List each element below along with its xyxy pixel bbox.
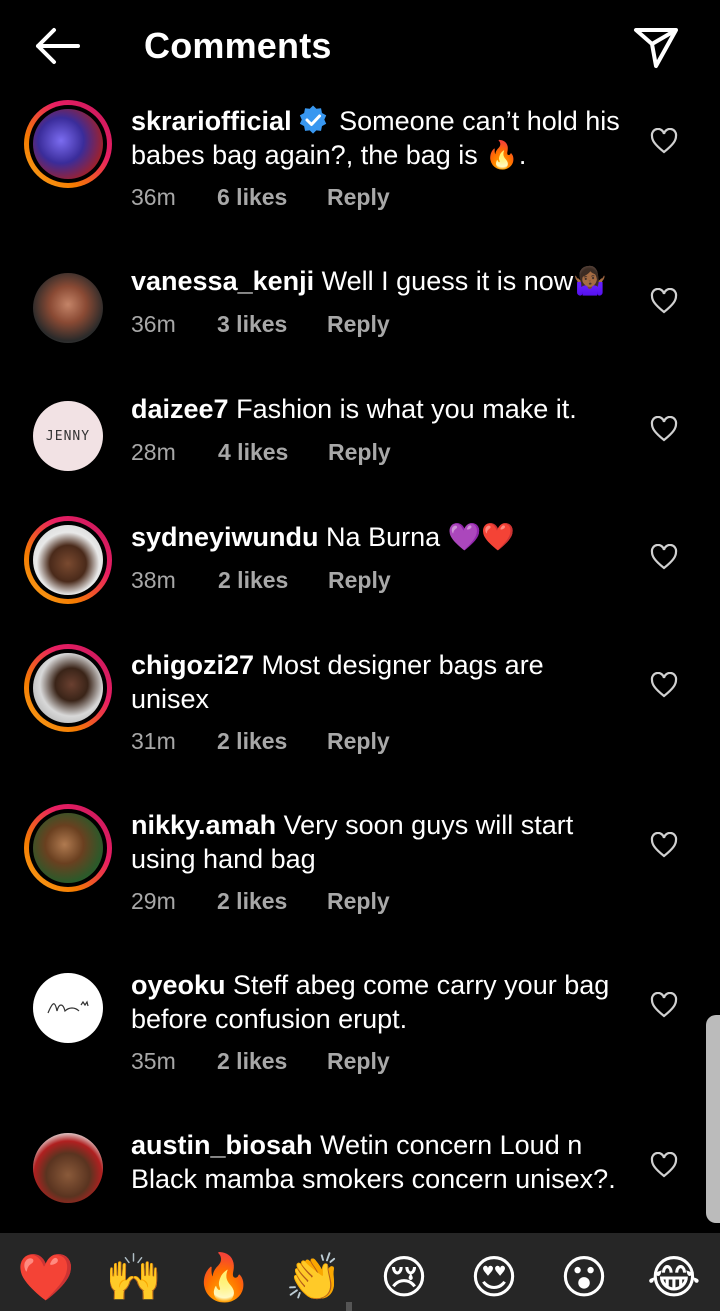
- avatar[interactable]: JENNY: [24, 392, 112, 480]
- comment-time: 29m: [131, 888, 176, 914]
- comment-time: 36m: [131, 184, 176, 210]
- username[interactable]: vanessa_kenji: [131, 266, 314, 296]
- reply-button[interactable]: Reply: [328, 437, 391, 467]
- username[interactable]: chigozi27: [131, 650, 254, 680]
- reaction-laughing[interactable]: 😂: [644, 1247, 704, 1307]
- likes-count[interactable]: 2 likes: [217, 726, 287, 756]
- send-icon: [634, 28, 678, 68]
- like-heart-icon[interactable]: [650, 992, 678, 1018]
- comment-item: sydneyiwundu Na Burna 💜❤️ 38m 2 likes Re…: [0, 516, 720, 626]
- reaction-crying[interactable]: 😢: [374, 1247, 434, 1307]
- reaction-heart-eyes[interactable]: 😍: [464, 1247, 524, 1307]
- reaction-heart[interactable]: ❤️: [16, 1247, 76, 1307]
- comment-item: oyeoku Steff abeg come carry your bag be…: [0, 964, 720, 1104]
- reaction-clap[interactable]: 👏: [284, 1247, 344, 1307]
- comment-item: chigozi27 Most designer bags are unisex …: [0, 644, 720, 784]
- comment-time: 28m: [131, 439, 176, 465]
- comment-time: 36m: [131, 311, 176, 337]
- comment-text: Na Burna 💜❤️: [326, 522, 515, 552]
- comment-item: nikky.amah Very soon guys will start usi…: [0, 804, 720, 944]
- like-heart-icon[interactable]: [650, 832, 678, 858]
- likes-count[interactable]: 2 likes: [217, 886, 287, 916]
- comment-item: JENNY daizee7 Fashion is what you make i…: [0, 392, 720, 502]
- reaction-fire[interactable]: 🔥: [194, 1247, 254, 1307]
- comment-item: vanessa_kenji Well I guess it is now🤷🏾‍♀…: [0, 264, 720, 374]
- avatar[interactable]: [24, 516, 112, 604]
- comment-time: 38m: [131, 567, 176, 593]
- like-heart-icon[interactable]: [650, 544, 678, 570]
- reply-button[interactable]: Reply: [327, 182, 390, 212]
- avatar[interactable]: [24, 264, 112, 352]
- avatar[interactable]: [24, 1124, 112, 1212]
- username[interactable]: skrariofficial: [131, 106, 292, 136]
- likes-count[interactable]: 3 likes: [217, 309, 287, 339]
- avatar[interactable]: [24, 644, 112, 732]
- likes-count[interactable]: 2 likes: [217, 1046, 287, 1076]
- back-button[interactable]: [30, 24, 82, 68]
- comment-item: skrariofficial Someone can’t hold his ba…: [0, 100, 720, 230]
- reaction-surprised[interactable]: 😮: [554, 1247, 614, 1307]
- avatar[interactable]: [24, 804, 112, 892]
- username[interactable]: daizee7: [131, 394, 229, 424]
- avatar[interactable]: [24, 964, 112, 1052]
- reply-button[interactable]: Reply: [327, 886, 390, 916]
- username[interactable]: oyeoku: [131, 970, 226, 1000]
- username[interactable]: austin_biosah: [131, 1130, 313, 1160]
- share-button[interactable]: [630, 22, 682, 72]
- like-heart-icon[interactable]: [650, 1152, 678, 1178]
- reply-button[interactable]: Reply: [327, 1046, 390, 1076]
- like-heart-icon[interactable]: [650, 128, 678, 154]
- likes-count[interactable]: 4 likes: [218, 437, 288, 467]
- script-logo-icon: [47, 1000, 89, 1014]
- username[interactable]: sydneyiwundu: [131, 522, 319, 552]
- reply-button[interactable]: Reply: [327, 726, 390, 756]
- comment-time: 31m: [131, 728, 176, 754]
- reaction-raised-hands[interactable]: 🙌: [104, 1247, 164, 1307]
- arrow-left-icon: [36, 28, 80, 64]
- avatar[interactable]: [24, 100, 112, 188]
- like-heart-icon[interactable]: [650, 672, 678, 698]
- header: Comments: [0, 0, 720, 90]
- avatar-logo-text: JENNY: [45, 428, 91, 444]
- comment-time: 35m: [131, 1048, 176, 1074]
- comment-item: austin_biosah Wetin concern Loud n Black…: [0, 1124, 720, 1233]
- like-heart-icon[interactable]: [650, 288, 678, 314]
- likes-count[interactable]: 2 likes: [218, 565, 288, 595]
- comment-text: Fashion is what you make it.: [236, 394, 577, 424]
- emoji-reaction-bar: ❤️ 🙌 🔥 👏 😢 😍 😮 😂: [0, 1233, 720, 1311]
- reply-button[interactable]: Reply: [328, 565, 391, 595]
- gesture-indicator: [346, 1302, 352, 1311]
- scroll-handle[interactable]: [706, 1015, 720, 1223]
- like-heart-icon[interactable]: [650, 416, 678, 442]
- username[interactable]: nikky.amah: [131, 810, 276, 840]
- reply-button[interactable]: Reply: [327, 309, 390, 339]
- likes-count[interactable]: 6 likes: [217, 182, 287, 212]
- verified-badge-icon: [298, 105, 328, 135]
- comment-text: Well I guess it is now🤷🏾‍♀️: [321, 266, 607, 296]
- page-title: Comments: [144, 25, 332, 66]
